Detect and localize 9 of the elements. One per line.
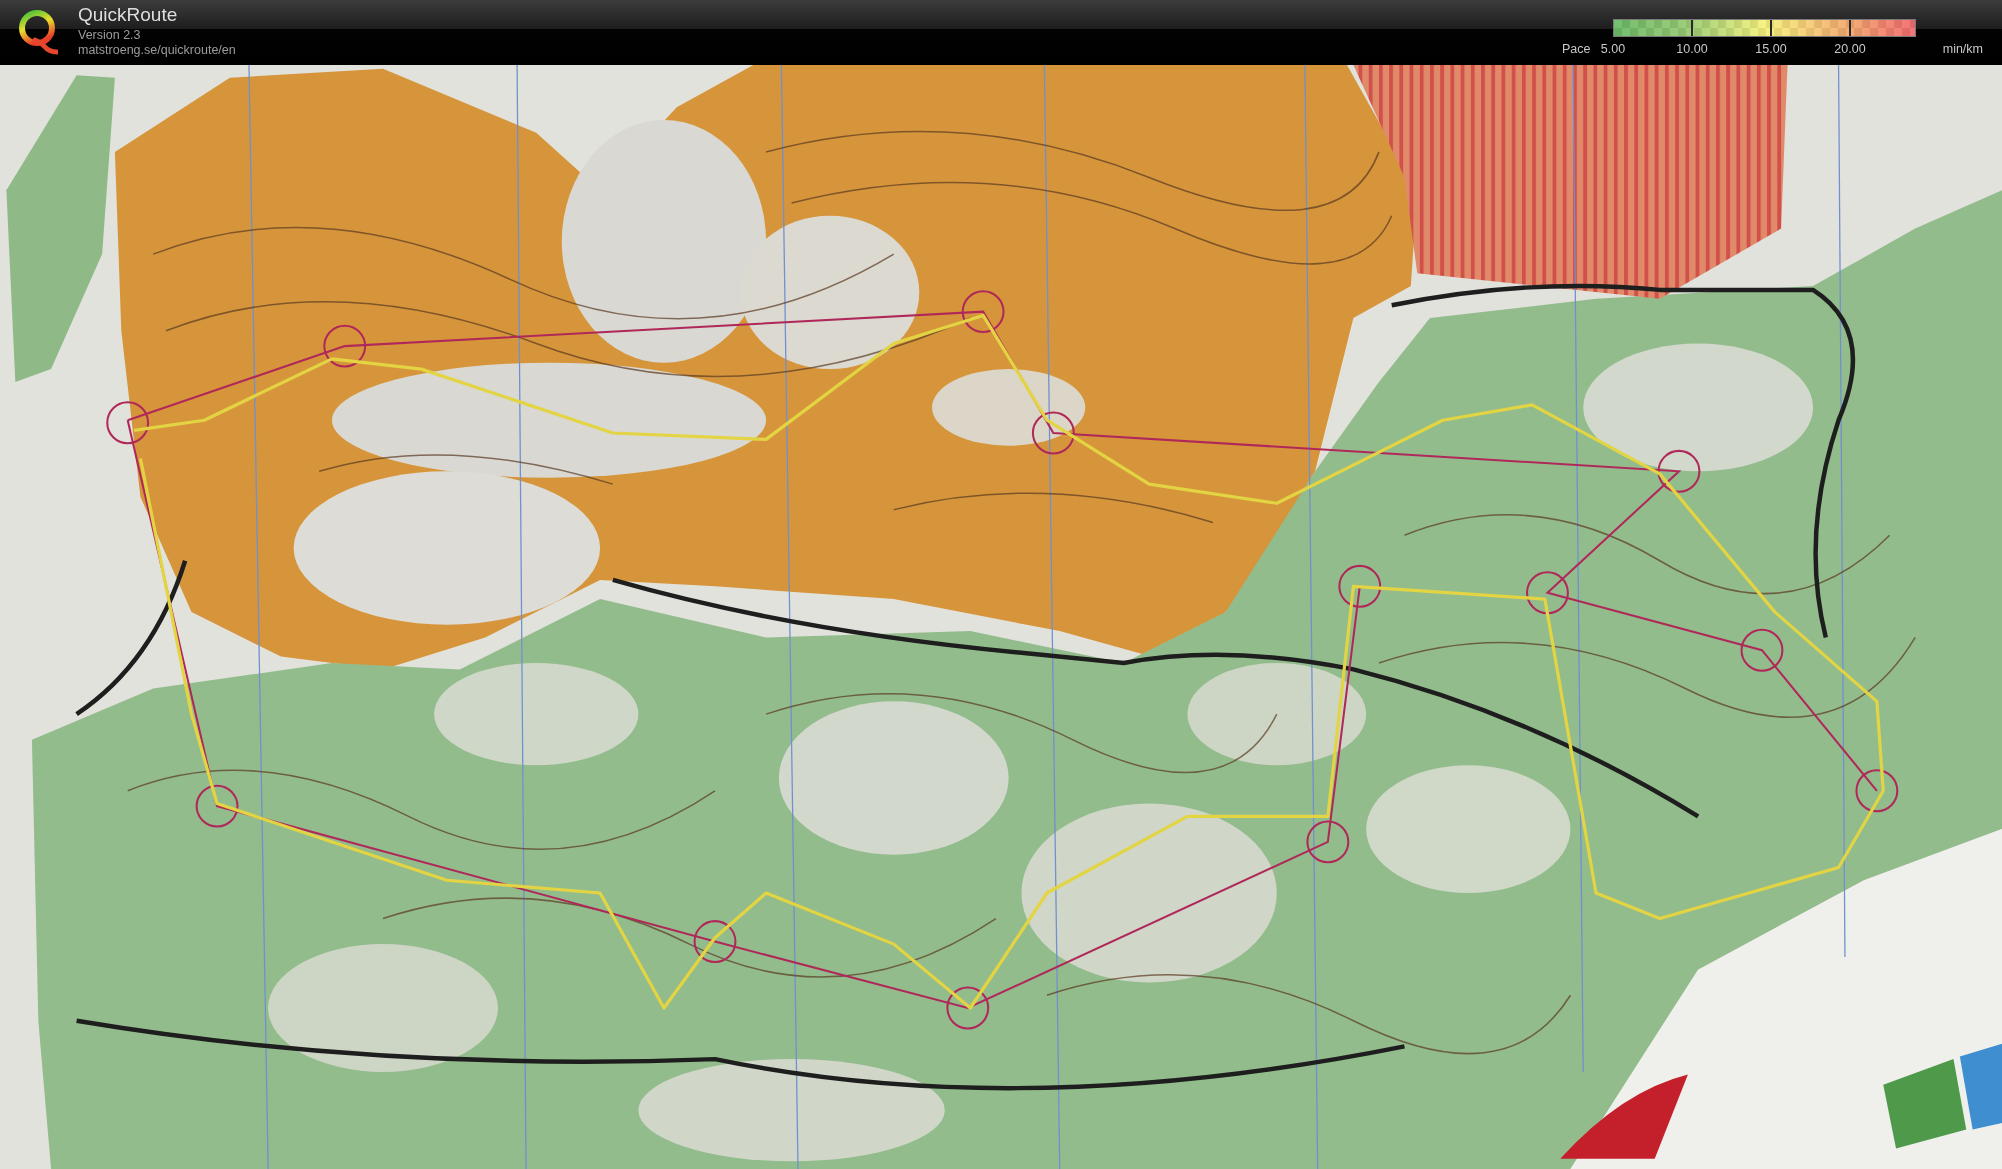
unit-label: min/km (1941, 41, 1983, 58)
tick-label: 20.00 (1834, 41, 1866, 56)
version-text: Version 2.3 (78, 28, 142, 43)
tick-label: 15.00 (1755, 41, 1787, 56)
tick-label: 5.00 (1600, 41, 1626, 56)
tick-label: 10.00 (1676, 41, 1708, 56)
logo-icon (18, 9, 58, 55)
app-title: QuickRoute (78, 5, 179, 25)
website-url: matstroeng.se/quickroute/en (78, 43, 236, 58)
